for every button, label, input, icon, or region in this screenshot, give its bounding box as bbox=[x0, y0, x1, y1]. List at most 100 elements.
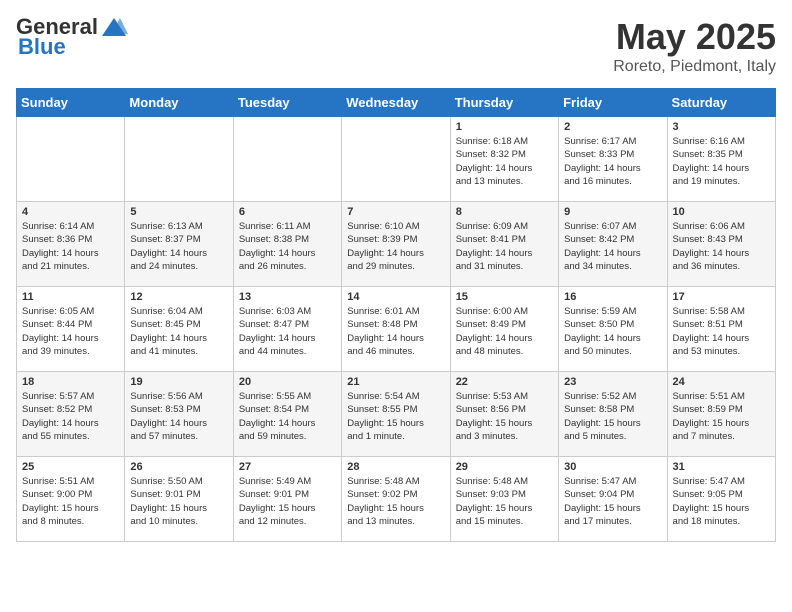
day-info: Sunrise: 6:16 AM Sunset: 8:35 PM Dayligh… bbox=[673, 135, 770, 188]
calendar-table: SundayMondayTuesdayWednesdayThursdayFrid… bbox=[16, 88, 776, 542]
day-number: 15 bbox=[456, 291, 553, 303]
calendar-cell: 5 Sunrise: 6:13 AM Sunset: 8:37 PM Daylig… bbox=[125, 202, 233, 287]
day-info: Sunrise: 5:58 AM Sunset: 8:51 PM Dayligh… bbox=[673, 305, 770, 358]
day-info: Sunrise: 6:07 AM Sunset: 8:42 PM Dayligh… bbox=[564, 220, 661, 273]
day-number: 8 bbox=[456, 206, 553, 218]
calendar-cell: 24 Sunrise: 5:51 AM Sunset: 8:59 PM Dayli… bbox=[667, 372, 775, 457]
weekday-header-friday: Friday bbox=[559, 89, 667, 117]
page-header: General Blue May 2025 Roreto, Piedmont, … bbox=[16, 16, 776, 76]
calendar-cell: 10Sunrise: 6:06 AM Sunset: 8:43 PM Dayli… bbox=[667, 202, 775, 287]
calendar-week-row: 1 Sunrise: 6:18 AM Sunset: 8:32 PM Daylig… bbox=[17, 117, 776, 202]
calendar-cell: 30Sunrise: 5:47 AM Sunset: 9:04 PM Dayli… bbox=[559, 457, 667, 542]
day-number: 6 bbox=[239, 206, 336, 218]
day-info: Sunrise: 5:51 AM Sunset: 8:59 PM Dayligh… bbox=[673, 390, 770, 443]
calendar-cell: 18 Sunrise: 5:57 AM Sunset: 8:52 PM Dayli… bbox=[17, 372, 125, 457]
day-info: Sunrise: 6:13 AM Sunset: 8:37 PM Dayligh… bbox=[130, 220, 227, 273]
weekday-header-tuesday: Tuesday bbox=[233, 89, 341, 117]
calendar-cell: 31 Sunrise: 5:47 AM Sunset: 9:05 PM Dayli… bbox=[667, 457, 775, 542]
calendar-cell: 29 Sunrise: 5:48 AM Sunset: 9:03 PM Dayli… bbox=[450, 457, 558, 542]
day-info: Sunrise: 6:00 AM Sunset: 8:49 PM Dayligh… bbox=[456, 305, 553, 358]
calendar-cell: 22 Sunrise: 5:53 AM Sunset: 8:56 PM Dayli… bbox=[450, 372, 558, 457]
day-number: 4 bbox=[22, 206, 119, 218]
logo-icon bbox=[100, 16, 128, 38]
calendar-week-row: 18 Sunrise: 5:57 AM Sunset: 8:52 PM Dayli… bbox=[17, 372, 776, 457]
day-info: Sunrise: 5:47 AM Sunset: 9:04 PM Dayligh… bbox=[564, 475, 661, 528]
weekday-header-wednesday: Wednesday bbox=[342, 89, 450, 117]
calendar-cell: 2 Sunrise: 6:17 AM Sunset: 8:33 PM Daylig… bbox=[559, 117, 667, 202]
calendar-cell bbox=[342, 117, 450, 202]
calendar-cell: 19 Sunrise: 5:56 AM Sunset: 8:53 PM Dayli… bbox=[125, 372, 233, 457]
calendar-cell: 26 Sunrise: 5:50 AM Sunset: 9:01 PM Dayli… bbox=[125, 457, 233, 542]
day-number: 16 bbox=[564, 291, 661, 303]
day-number: 24 bbox=[673, 376, 770, 388]
calendar-cell bbox=[17, 117, 125, 202]
day-info: Sunrise: 5:53 AM Sunset: 8:56 PM Dayligh… bbox=[456, 390, 553, 443]
day-number: 22 bbox=[456, 376, 553, 388]
day-info: Sunrise: 6:03 AM Sunset: 8:47 PM Dayligh… bbox=[239, 305, 336, 358]
day-info: Sunrise: 6:09 AM Sunset: 8:41 PM Dayligh… bbox=[456, 220, 553, 273]
weekday-header-thursday: Thursday bbox=[450, 89, 558, 117]
day-number: 12 bbox=[130, 291, 227, 303]
weekday-header-sunday: Sunday bbox=[17, 89, 125, 117]
day-info: Sunrise: 5:52 AM Sunset: 8:58 PM Dayligh… bbox=[564, 390, 661, 443]
calendar-cell: 8 Sunrise: 6:09 AM Sunset: 8:41 PM Daylig… bbox=[450, 202, 558, 287]
calendar-title: May 2025 bbox=[613, 16, 776, 58]
calendar-cell: 4 Sunrise: 6:14 AM Sunset: 8:36 PM Daylig… bbox=[17, 202, 125, 287]
day-number: 2 bbox=[564, 121, 661, 133]
day-number: 10 bbox=[673, 206, 770, 218]
logo: General Blue bbox=[16, 16, 128, 60]
day-number: 13 bbox=[239, 291, 336, 303]
day-number: 1 bbox=[456, 121, 553, 133]
day-info: Sunrise: 6:11 AM Sunset: 8:38 PM Dayligh… bbox=[239, 220, 336, 273]
calendar-cell: 23Sunrise: 5:52 AM Sunset: 8:58 PM Dayli… bbox=[559, 372, 667, 457]
weekday-header-row: SundayMondayTuesdayWednesdayThursdayFrid… bbox=[17, 89, 776, 117]
day-info: Sunrise: 5:48 AM Sunset: 9:03 PM Dayligh… bbox=[456, 475, 553, 528]
day-info: Sunrise: 5:48 AM Sunset: 9:02 PM Dayligh… bbox=[347, 475, 444, 528]
calendar-week-row: 4 Sunrise: 6:14 AM Sunset: 8:36 PM Daylig… bbox=[17, 202, 776, 287]
day-number: 18 bbox=[22, 376, 119, 388]
calendar-week-row: 11Sunrise: 6:05 AM Sunset: 8:44 PM Dayli… bbox=[17, 287, 776, 372]
calendar-cell: 16 Sunrise: 5:59 AM Sunset: 8:50 PM Dayli… bbox=[559, 287, 667, 372]
day-info: Sunrise: 5:59 AM Sunset: 8:50 PM Dayligh… bbox=[564, 305, 661, 358]
day-info: Sunrise: 5:51 AM Sunset: 9:00 PM Dayligh… bbox=[22, 475, 119, 528]
day-info: Sunrise: 5:50 AM Sunset: 9:01 PM Dayligh… bbox=[130, 475, 227, 528]
day-info: Sunrise: 5:56 AM Sunset: 8:53 PM Dayligh… bbox=[130, 390, 227, 443]
calendar-cell bbox=[125, 117, 233, 202]
calendar-cell: 12 Sunrise: 6:04 AM Sunset: 8:45 PM Dayli… bbox=[125, 287, 233, 372]
day-number: 25 bbox=[22, 461, 119, 473]
day-number: 14 bbox=[347, 291, 444, 303]
day-number: 28 bbox=[347, 461, 444, 473]
calendar-cell bbox=[233, 117, 341, 202]
day-info: Sunrise: 5:54 AM Sunset: 8:55 PM Dayligh… bbox=[347, 390, 444, 443]
day-number: 19 bbox=[130, 376, 227, 388]
calendar-cell: 14 Sunrise: 6:01 AM Sunset: 8:48 PM Dayli… bbox=[342, 287, 450, 372]
calendar-cell: 9Sunrise: 6:07 AM Sunset: 8:42 PM Daylig… bbox=[559, 202, 667, 287]
day-number: 31 bbox=[673, 461, 770, 473]
day-info: Sunrise: 5:57 AM Sunset: 8:52 PM Dayligh… bbox=[22, 390, 119, 443]
day-info: Sunrise: 6:18 AM Sunset: 8:32 PM Dayligh… bbox=[456, 135, 553, 188]
day-number: 3 bbox=[673, 121, 770, 133]
day-info: Sunrise: 5:55 AM Sunset: 8:54 PM Dayligh… bbox=[239, 390, 336, 443]
day-number: 5 bbox=[130, 206, 227, 218]
day-info: Sunrise: 6:14 AM Sunset: 8:36 PM Dayligh… bbox=[22, 220, 119, 273]
calendar-subtitle: Roreto, Piedmont, Italy bbox=[613, 58, 776, 76]
calendar-week-row: 25 Sunrise: 5:51 AM Sunset: 9:00 PM Dayli… bbox=[17, 457, 776, 542]
day-info: Sunrise: 5:47 AM Sunset: 9:05 PM Dayligh… bbox=[673, 475, 770, 528]
day-number: 29 bbox=[456, 461, 553, 473]
calendar-cell: 17Sunrise: 5:58 AM Sunset: 8:51 PM Dayli… bbox=[667, 287, 775, 372]
day-info: Sunrise: 6:10 AM Sunset: 8:39 PM Dayligh… bbox=[347, 220, 444, 273]
calendar-cell: 7 Sunrise: 6:10 AM Sunset: 8:39 PM Daylig… bbox=[342, 202, 450, 287]
day-number: 27 bbox=[239, 461, 336, 473]
day-info: Sunrise: 6:17 AM Sunset: 8:33 PM Dayligh… bbox=[564, 135, 661, 188]
calendar-cell: 11Sunrise: 6:05 AM Sunset: 8:44 PM Dayli… bbox=[17, 287, 125, 372]
day-info: Sunrise: 6:04 AM Sunset: 8:45 PM Dayligh… bbox=[130, 305, 227, 358]
day-info: Sunrise: 6:01 AM Sunset: 8:48 PM Dayligh… bbox=[347, 305, 444, 358]
day-number: 26 bbox=[130, 461, 227, 473]
calendar-cell: 20 Sunrise: 5:55 AM Sunset: 8:54 PM Dayli… bbox=[233, 372, 341, 457]
day-number: 20 bbox=[239, 376, 336, 388]
calendar-cell: 3 Sunrise: 6:16 AM Sunset: 8:35 PM Daylig… bbox=[667, 117, 775, 202]
weekday-header-monday: Monday bbox=[125, 89, 233, 117]
calendar-cell: 28 Sunrise: 5:48 AM Sunset: 9:02 PM Dayli… bbox=[342, 457, 450, 542]
calendar-cell: 21Sunrise: 5:54 AM Sunset: 8:55 PM Dayli… bbox=[342, 372, 450, 457]
day-number: 7 bbox=[347, 206, 444, 218]
